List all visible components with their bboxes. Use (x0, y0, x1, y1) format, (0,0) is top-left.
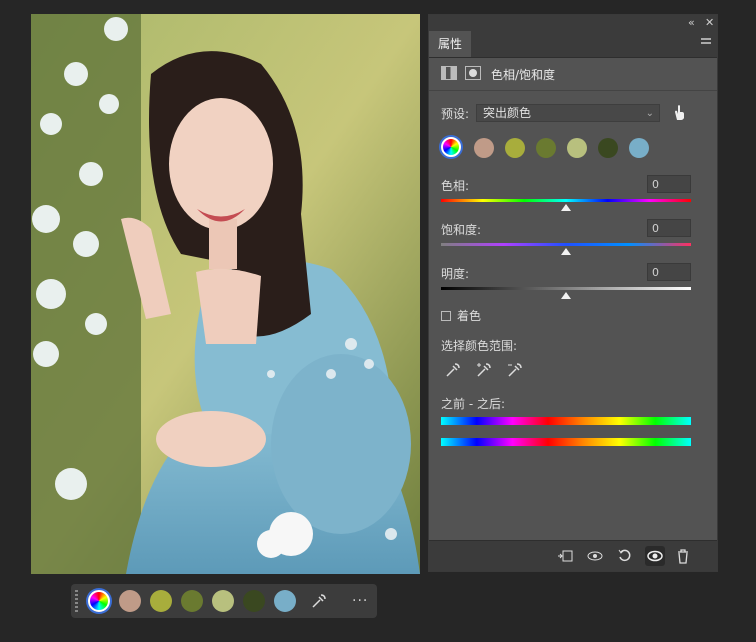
swatch-3[interactable] (536, 138, 556, 158)
color-wheel-icon[interactable] (441, 137, 461, 157)
hue-slider-thumb[interactable] (561, 204, 571, 211)
lightness-slider-track[interactable] (441, 287, 691, 290)
swatch-6[interactable] (629, 138, 649, 158)
swatch-5[interactable] (598, 138, 618, 158)
saturation-slider-thumb[interactable] (561, 248, 571, 255)
preset-label: 预设: (441, 107, 470, 121)
dock-swatch-3[interactable] (181, 590, 203, 612)
swatch-1[interactable] (474, 138, 494, 158)
hue-slider-track[interactable] (441, 199, 691, 202)
select-range-label: 选择颜色范围: (441, 339, 518, 353)
hand-target-icon[interactable] (671, 103, 687, 121)
more-icon[interactable]: ··· (352, 593, 368, 609)
dock-swatch-2[interactable] (150, 590, 172, 612)
saturation-slider-track[interactable] (441, 243, 691, 246)
eyedropper-icon[interactable] (445, 362, 461, 378)
clip-to-layer-icon[interactable] (557, 548, 573, 564)
close-icon[interactable]: ✕ (705, 16, 714, 29)
dock-swatch-5[interactable] (243, 590, 265, 612)
panel-top-bar: « ✕ (429, 15, 717, 31)
visibility-icon[interactable] (645, 546, 665, 566)
lightness-label: 明度: (441, 267, 470, 281)
eyedropper-icon[interactable] (311, 593, 327, 609)
collapse-icon[interactable]: « (688, 16, 695, 29)
hue-label: 色相: (441, 179, 470, 193)
dock-swatch-6[interactable] (274, 590, 296, 612)
dock-swatch-4[interactable] (212, 590, 234, 612)
color-wheel-icon[interactable] (88, 590, 110, 612)
saturation-value-field[interactable]: 0 (647, 219, 691, 237)
contextual-task-bar: ··· (71, 584, 377, 618)
colorize-label: 着色 (457, 309, 482, 323)
panel-bottom-bar (429, 540, 717, 571)
adjustment-header: 色相/饱和度 (429, 58, 717, 91)
dock-swatch-1[interactable] (119, 590, 141, 612)
hue-value-field[interactable]: 0 (647, 175, 691, 193)
before-spectrum-bar (441, 417, 691, 425)
eyedropper-minus-icon[interactable] (507, 362, 523, 378)
saturation-label: 饱和度: (441, 223, 482, 237)
adjustment-title: 色相/饱和度 (491, 68, 556, 82)
canvas-image (31, 14, 420, 574)
swatch-2[interactable] (505, 138, 525, 158)
properties-panel: « ✕ 属性 色相/饱和度 预设: 突出颜色 ⌄ 色相: 0 饱和度: 0 明度… (428, 14, 718, 572)
preset-dropdown[interactable]: 突出颜色 ⌄ (476, 104, 660, 122)
chevron-down-icon: ⌄ (645, 108, 654, 119)
mask-icon[interactable] (465, 66, 481, 80)
tab-properties[interactable]: 属性 (429, 31, 471, 57)
panel-tab-row: 属性 (429, 31, 717, 58)
colorize-checkbox[interactable] (441, 311, 451, 321)
delete-icon[interactable] (675, 548, 691, 564)
lightness-value-field[interactable]: 0 (647, 263, 691, 281)
adjustment-layer-icon[interactable] (441, 66, 457, 80)
lightness-slider-thumb[interactable] (561, 292, 571, 299)
panel-menu-icon[interactable] (701, 38, 711, 48)
eyedropper-plus-icon[interactable] (476, 362, 492, 378)
swatch-4[interactable] (567, 138, 587, 158)
drag-handle[interactable] (75, 590, 78, 612)
reset-icon[interactable] (617, 548, 633, 564)
after-spectrum-bar (441, 438, 691, 446)
preset-value: 突出颜色 (483, 106, 532, 120)
before-after-label: 之前 - 之后: (441, 397, 506, 411)
view-previous-icon[interactable] (587, 548, 603, 564)
